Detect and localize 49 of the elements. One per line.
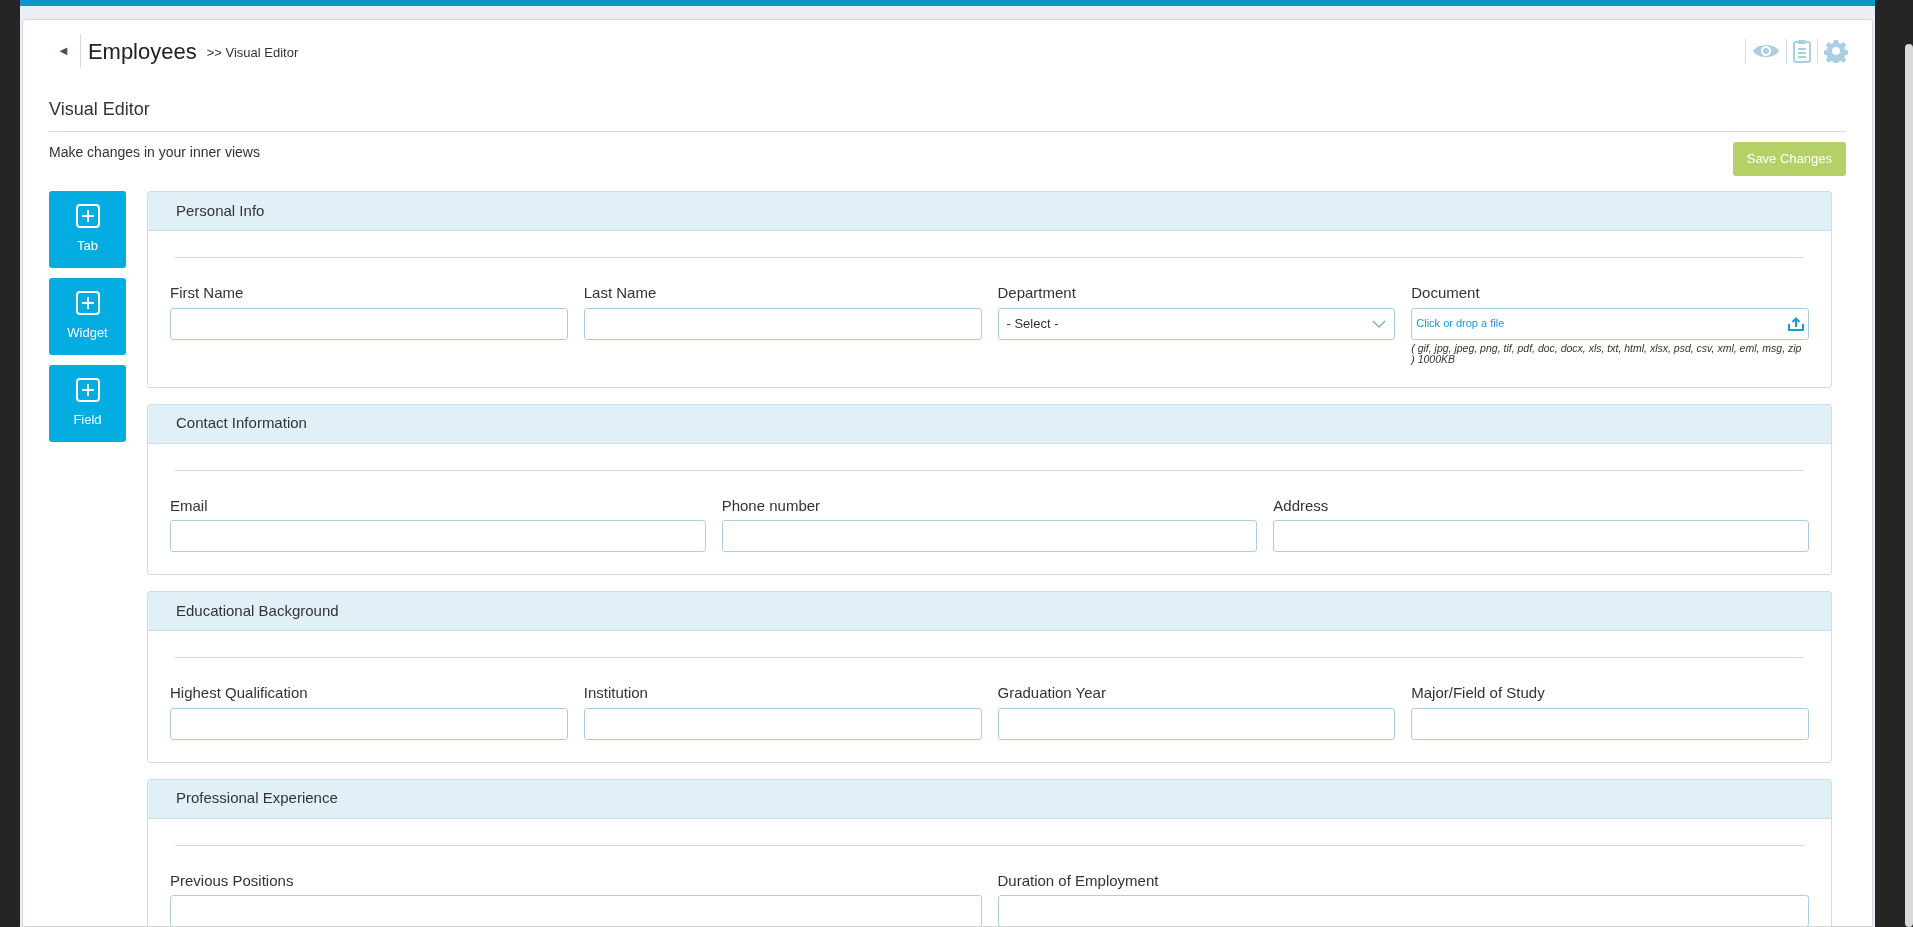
text-field[interactable]: [583, 307, 982, 340]
scrollbar[interactable]: [1905, 44, 1913, 927]
section-heading: Visual Editor: [49, 96, 1846, 132]
plus-icon: [75, 377, 100, 402]
file-hint: ( gif, jpg, jpeg, png, tif, pdf, doc, docx, xls, txt, html, xlsx, psd, csv, xml, eml, msg, zip ) 1000KB: [1411, 342, 1803, 365]
upload-icon: [1788, 316, 1804, 331]
field-label: Document: [1411, 283, 1481, 303]
section-header: Personal Info: [148, 192, 1831, 231]
field-label: Address: [1273, 495, 1330, 516]
plus-icon: [75, 290, 100, 315]
field-label: Graduation Year: [997, 683, 1107, 703]
text-field[interactable]: [170, 707, 568, 740]
field-label: Major/Field of Study: [1411, 683, 1546, 703]
text-field[interactable]: [1273, 520, 1809, 552]
page-title: Employees: [87, 37, 197, 66]
section-header: Professional Experience: [148, 779, 1831, 819]
file-drop-field[interactable]: Click or drop a file: [1411, 307, 1809, 340]
field-label: Previous Positions: [170, 870, 295, 891]
text-field[interactable]: [583, 707, 982, 740]
section-header: Educational Background: [148, 592, 1831, 631]
add-tool-button[interactable]: Widget: [49, 278, 126, 355]
select-dropdown[interactable]: - Select -: [997, 307, 1396, 340]
clipboard-icon[interactable]: [1793, 39, 1811, 63]
text-field[interactable]: [997, 707, 1396, 740]
back-button[interactable]: ◄: [57, 41, 80, 61]
text-field[interactable]: [1411, 707, 1809, 740]
field-label: Duration of Employment: [997, 870, 1160, 891]
plus-icon: [75, 203, 100, 228]
field-label: Phone number: [721, 495, 822, 516]
add-tool-button[interactable]: Tab: [49, 191, 126, 268]
field-label: Department: [997, 283, 1077, 303]
settings-icon[interactable]: [1824, 39, 1848, 63]
text-field[interactable]: [997, 895, 1809, 926]
text-field[interactable]: [170, 895, 982, 926]
eye-icon[interactable]: [1752, 42, 1780, 60]
text-field[interactable]: [170, 520, 706, 552]
text-field[interactable]: [721, 520, 1258, 552]
field-label: Institution: [583, 683, 649, 703]
chevron-down-icon: [1372, 319, 1387, 328]
breadcrumb: >> Visual Editor: [206, 43, 299, 62]
add-tool-button[interactable]: Field: [49, 365, 126, 442]
field-label: Last Name: [583, 283, 658, 303]
section-header: Contact Information: [148, 404, 1831, 444]
field-label: First Name: [170, 283, 245, 303]
save-changes-button[interactable]: Save Changes: [1732, 142, 1846, 176]
subtitle: Make changes in your inner views: [49, 143, 260, 162]
field-label: Email: [170, 495, 209, 516]
field-label: Highest Qualification: [170, 683, 309, 703]
text-field[interactable]: [170, 307, 568, 340]
